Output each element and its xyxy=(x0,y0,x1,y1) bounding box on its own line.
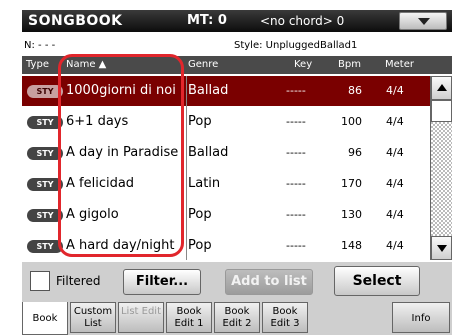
song-meter: 4/4 xyxy=(386,84,404,97)
song-number: N: - - - xyxy=(24,40,56,51)
song-meter: 4/4 xyxy=(386,239,404,252)
song-key: ----- xyxy=(286,146,306,159)
column-meter[interactable]: Meter xyxy=(385,59,414,70)
filtered-label: Filtered xyxy=(56,274,101,288)
song-genre: Pop xyxy=(188,238,212,253)
song-bpm: 86 xyxy=(348,84,362,97)
column-genre[interactable]: Genre xyxy=(188,59,218,70)
tab-book-edit-1[interactable]: Book Edit 1 xyxy=(166,302,212,333)
song-key: ----- xyxy=(286,239,306,252)
column-type[interactable]: Type xyxy=(26,59,49,70)
song-bpm: 148 xyxy=(341,239,362,252)
select-button[interactable]: Select xyxy=(334,266,420,296)
scroll-up-button[interactable] xyxy=(431,76,452,100)
tab-book[interactable]: Book xyxy=(22,302,68,335)
tab-book-edit-2[interactable]: Book Edit 2 xyxy=(214,302,260,333)
title-bar: SONGBOOK MT: 0 <no chord> 0 xyxy=(22,10,452,32)
song-genre: Latin xyxy=(188,176,221,191)
scrollbar[interactable] xyxy=(430,76,452,260)
arrow-down-icon xyxy=(437,245,447,252)
song-key: ----- xyxy=(286,115,306,128)
song-key: ----- xyxy=(286,208,306,221)
song-genre: Pop xyxy=(188,207,212,222)
song-bpm: 100 xyxy=(341,115,362,128)
arrow-up-icon xyxy=(437,84,447,91)
style-name: Style: UnpluggedBallad1 xyxy=(234,40,358,51)
bottom-controls: Filtered Filter... Add to list Select xyxy=(22,262,452,302)
song-bpm: 96 xyxy=(348,146,362,159)
tab-custom-list[interactable]: Custom List xyxy=(70,302,116,333)
song-key: ----- xyxy=(286,177,306,190)
scroll-down-button[interactable] xyxy=(431,236,452,260)
column-bpm[interactable]: Bpm xyxy=(338,59,361,70)
add-to-list-button[interactable]: Add to list xyxy=(225,269,313,295)
master-transpose: MT: 0 xyxy=(187,13,227,28)
song-genre: Pop xyxy=(188,114,212,129)
info-row: N: - - - Style: UnpluggedBallad1 xyxy=(22,38,452,54)
chevron-down-icon xyxy=(418,18,430,25)
song-genre: Ballad xyxy=(188,145,229,160)
app-title: SONGBOOK xyxy=(28,13,123,29)
column-key[interactable]: Key xyxy=(294,59,312,70)
song-meter: 4/4 xyxy=(386,115,404,128)
name-column-highlight xyxy=(58,54,184,257)
song-bpm: 130 xyxy=(341,208,362,221)
column-divider xyxy=(186,76,187,260)
song-key: ----- xyxy=(286,84,306,97)
songbook-screen: SONGBOOK MT: 0 <no chord> 0 N: - - - Sty… xyxy=(0,0,452,335)
song-meter: 4/4 xyxy=(386,146,404,159)
tab-book-edit-3[interactable]: Book Edit 3 xyxy=(262,302,308,333)
song-meter: 4/4 xyxy=(386,208,404,221)
page-menu-button[interactable] xyxy=(399,12,447,30)
tab-list-edit[interactable]: List Edit xyxy=(118,302,164,333)
filtered-checkbox[interactable] xyxy=(30,271,50,291)
scroll-thumb[interactable] xyxy=(431,100,452,122)
chord-display: <no chord> 0 xyxy=(260,14,345,28)
tab-bar: Book Custom List List Edit Book Edit 1 B… xyxy=(22,302,452,335)
tab-info[interactable]: Info xyxy=(392,302,450,333)
song-meter: 4/4 xyxy=(386,177,404,190)
filter-button[interactable]: Filter... xyxy=(123,269,201,295)
song-genre: Ballad xyxy=(188,83,229,98)
song-bpm: 170 xyxy=(341,177,362,190)
